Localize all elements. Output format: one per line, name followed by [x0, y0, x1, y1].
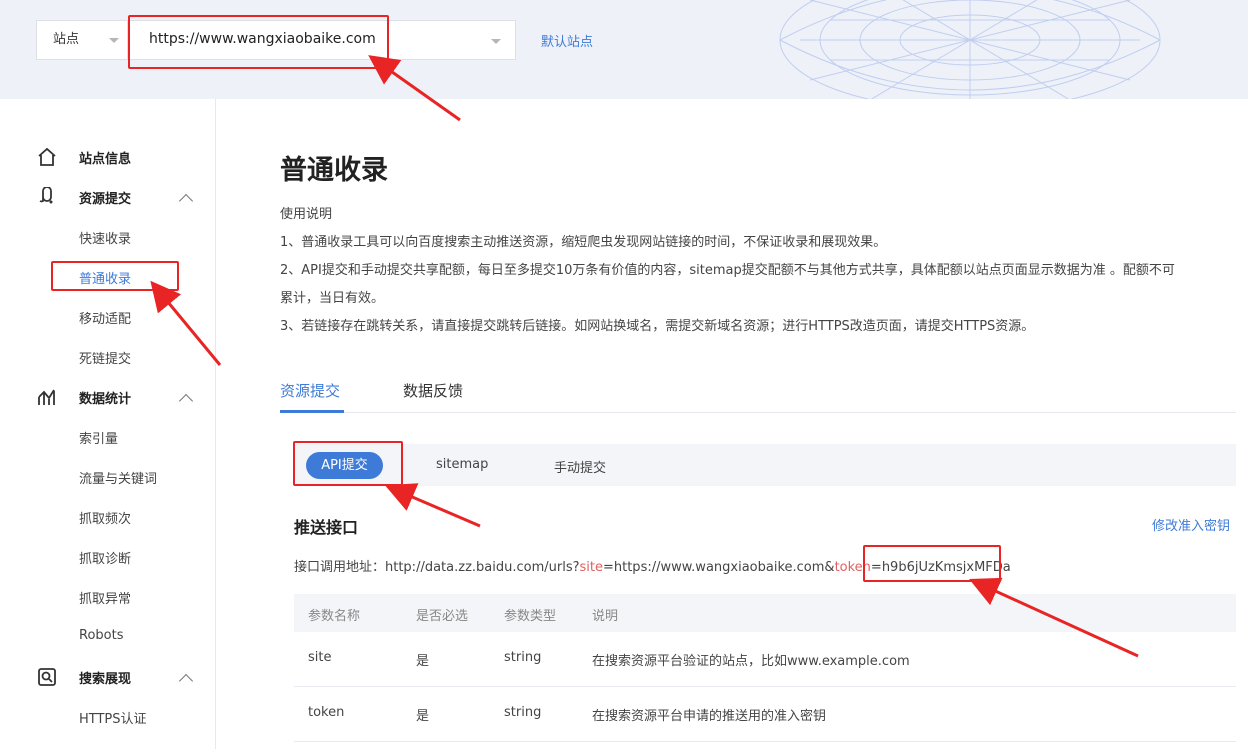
default-site-link[interactable]: 默认站点	[541, 31, 593, 50]
description-line: 1、普通收录工具可以向百度搜索主动推送资源，缩短爬虫发现网站链接的时间，不保证收…	[280, 235, 887, 250]
sidebar-item-traffic-keywords[interactable]: 流量与关键词	[79, 468, 157, 487]
table-header-cell: 说明	[592, 609, 619, 624]
sidebar-group-site-info[interactable]: 站点信息	[36, 146, 131, 168]
table-header-cell: 是否必选	[416, 609, 469, 624]
annotation-box-token	[863, 545, 1001, 582]
table-cell: string	[504, 705, 542, 720]
description-line: 累计，当日有效。	[280, 291, 385, 306]
sidebar-item-index-volume[interactable]: 索引量	[79, 428, 118, 447]
subtab-manual-submit[interactable]: 手动提交	[554, 457, 606, 476]
table-cell: string	[504, 650, 542, 665]
table-cell: 是	[416, 654, 430, 669]
table-cell: token	[308, 705, 345, 720]
sidebar-item-crawl-frequency[interactable]: 抓取频次	[79, 508, 131, 527]
chevron-down-icon	[491, 39, 501, 44]
globe-decoration-icon	[779, 0, 1161, 99]
sidebar-group-label: 站点信息	[79, 151, 132, 167]
submit-link-icon	[36, 186, 58, 208]
endpoint-prefix: 接口调用地址：http://data.zz.baidu.com/urls?	[294, 560, 580, 575]
annotation-box-url	[128, 15, 389, 69]
table-row: site 是 string 在搜索资源平台验证的站点，比如www.example…	[294, 632, 1236, 687]
tab-resource-submit[interactable]: 资源提交	[280, 380, 340, 401]
sidebar-item-mobile-adapt[interactable]: 移动适配	[79, 308, 131, 327]
active-tab-indicator	[280, 410, 344, 413]
sidebar-item-fast-index[interactable]: 快速收录	[79, 228, 131, 247]
sidebar-item-deadlink-submit[interactable]: 死链提交	[79, 348, 131, 367]
tab-data-feedback[interactable]: 数据反馈	[403, 380, 463, 401]
sidebar-item-robots[interactable]: Robots	[79, 628, 123, 643]
search-display-icon	[36, 666, 58, 688]
tabs-divider	[280, 412, 1236, 413]
sidebar-item-crawl-errors[interactable]: 抓取异常	[79, 588, 131, 607]
sidebar-group-label: 资源提交	[79, 191, 132, 207]
table-cell: 在搜索资源平台验证的站点，比如www.example.com	[592, 654, 910, 669]
table-row: token 是 string 在搜索资源平台申请的推送用的准入密钥	[294, 687, 1236, 742]
params-table: 参数名称 是否必选 参数类型 说明 site 是 string 在搜索资源平台验…	[294, 594, 1236, 742]
site-type-label: 站点	[53, 32, 80, 47]
table-cell: 是	[416, 709, 430, 724]
push-api-title: 推送接口	[294, 518, 359, 537]
sidebar-group-label: 搜索展现	[79, 671, 132, 687]
table-header-cell: 参数类型	[504, 609, 557, 624]
description-heading: 使用说明	[280, 207, 333, 222]
edit-access-key-link[interactable]: 修改准入密钥	[1152, 515, 1230, 534]
description-line: 3、若链接存在跳转关系，请直接提交跳转后链接。如网站换域名，需提交新域名资源；进…	[280, 319, 1035, 334]
table-cell: site	[308, 650, 332, 665]
table-cell: 在搜索资源平台申请的推送用的准入密钥	[592, 709, 827, 724]
sidebar-group-resource-submit[interactable]: 资源提交	[36, 186, 131, 208]
home-icon	[36, 146, 58, 168]
sidebar-group-label: 数据统计	[79, 391, 132, 407]
sidebar-item-crawl-diagnosis[interactable]: 抓取诊断	[79, 548, 131, 567]
page-title: 普通收录	[280, 155, 388, 186]
table-header-cell: 参数名称	[308, 609, 361, 624]
arrow-to-api-submit	[384, 483, 481, 528]
annotation-box-normal-index	[51, 261, 179, 291]
site-type-select[interactable]: 站点	[36, 20, 128, 60]
chevron-down-icon	[109, 38, 119, 43]
annotation-box-api-submit	[293, 441, 403, 486]
subtab-sitemap[interactable]: sitemap	[436, 457, 488, 472]
sidebar-item-https-cert[interactable]: HTTPS认证	[79, 708, 147, 727]
endpoint-param-site: site	[579, 560, 603, 575]
table-header-row: 参数名称 是否必选 参数类型 说明	[294, 594, 1236, 632]
sidebar-group-search-display[interactable]: 搜索展现	[36, 666, 131, 688]
endpoint-site-value: =https://www.wangxiaobaike.com&	[602, 560, 835, 575]
description-line: 2、API提交和手动提交共享配额，每日至多提交10万条有价值的内容，sitema…	[280, 263, 1175, 278]
sidebar-group-data-stats[interactable]: 数据统计	[36, 386, 131, 408]
stats-chart-icon	[36, 386, 58, 408]
